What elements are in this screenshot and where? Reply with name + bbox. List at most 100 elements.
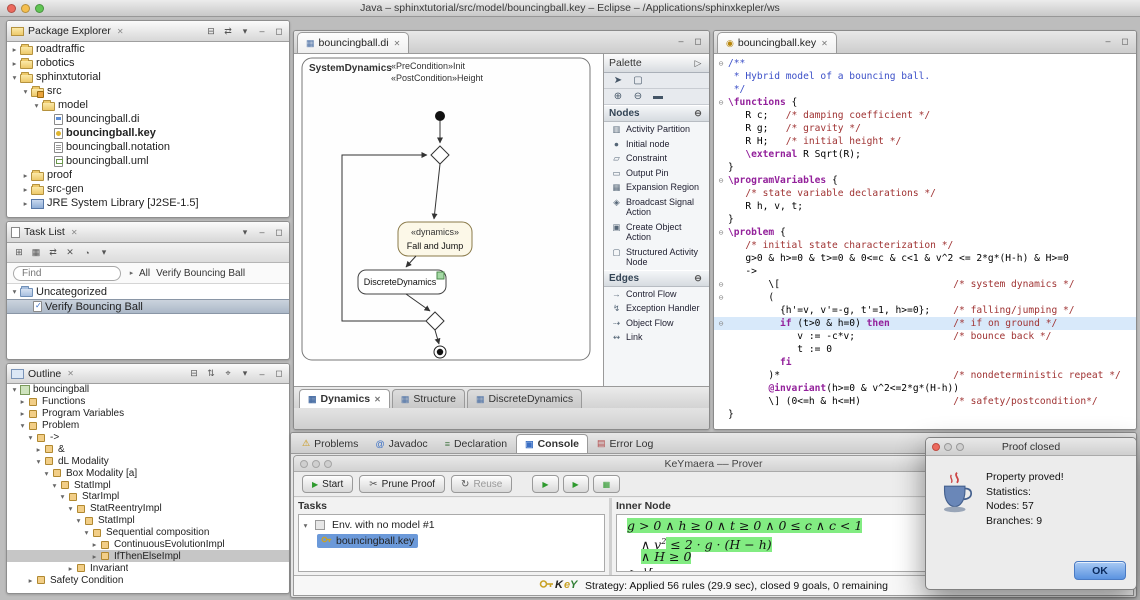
run-goal-button[interactable]: ▶	[532, 475, 558, 493]
start-button[interactable]: ▶Start	[302, 475, 353, 493]
minimize-window-icon[interactable]	[21, 4, 30, 13]
close-window-icon[interactable]	[932, 443, 940, 451]
fold-icon[interactable]: ⊖	[714, 226, 728, 239]
tab-javadoc[interactable]: @Javadoc	[367, 434, 435, 453]
task-file-item[interactable]: bouncingball.key	[301, 533, 602, 549]
frame-label[interactable]: SystemDynamics	[309, 63, 392, 74]
scope-task[interactable]: Verify Bouncing Ball	[156, 268, 245, 279]
expander-icon[interactable]: ▸	[10, 45, 19, 54]
code-line-17[interactable]: ->	[714, 265, 1136, 278]
expander-icon[interactable]: ▸	[21, 199, 30, 208]
close-icon[interactable]: ✕	[374, 395, 381, 404]
prune-proof-button[interactable]: ✂Prune Proof	[359, 475, 445, 493]
expander-icon[interactable]: ▾	[42, 469, 51, 478]
code-line-14[interactable]: ⊖\problem {	[714, 226, 1136, 239]
view-menu-icon[interactable]: ▾	[98, 247, 110, 258]
code-line-8[interactable]: \external R Sqrt(R);	[714, 148, 1136, 161]
code-line-18[interactable]: ⊖ \[ /* system dynamics */	[714, 278, 1136, 291]
expander-icon[interactable]: ▾	[18, 421, 27, 430]
outline-item-continuousevolutionimpl[interactable]: ▸ContinuousEvolutionImpl	[7, 539, 289, 551]
code-line-3[interactable]: */	[714, 83, 1136, 96]
editor-tab-bouncingball-key[interactable]: ◉ bouncingball.key ✕	[717, 32, 837, 53]
find-input[interactable]	[13, 266, 121, 281]
section-toggle-icon[interactable]: ⊖	[692, 108, 704, 119]
link-with-editor-icon[interactable]: ⇄	[222, 26, 234, 37]
expander-icon[interactable]: ▸	[10, 59, 19, 68]
outline-item-statimpl[interactable]: ▾StatImpl	[7, 515, 289, 527]
maximize-icon[interactable]: ◻	[273, 26, 285, 37]
code-line-7[interactable]: R H; /* initial height */	[714, 135, 1136, 148]
palette-header[interactable]: Palette ▷	[604, 54, 709, 73]
code-line-10[interactable]: ⊖\programVariables {	[714, 174, 1136, 187]
diagram-tab-discretedynamics[interactable]: ▦DiscreteDynamics	[467, 389, 582, 408]
code-line-1[interactable]: ⊖/**	[714, 57, 1136, 70]
outline-item-program-variables[interactable]: ▸Program Variables	[7, 408, 289, 420]
expander-icon[interactable]: ▾	[66, 504, 75, 513]
expander-icon[interactable]: ▾	[21, 87, 30, 96]
initial-node[interactable]	[435, 111, 445, 121]
counter-example-button[interactable]: ▦	[593, 475, 621, 493]
code-line-24[interactable]: fi	[714, 356, 1136, 369]
code-line-25[interactable]: )* /* nondeterministic repeat */	[714, 369, 1136, 382]
tab-problems[interactable]: ⚠Problems	[294, 434, 366, 453]
code-line-19[interactable]: ⊖ (	[714, 291, 1136, 304]
fold-icon[interactable]: ⊖	[714, 278, 728, 291]
expander-icon[interactable]: ▸	[90, 552, 99, 561]
code-line-28[interactable]: }	[714, 408, 1136, 421]
outline-item-item[interactable]: ▾->	[7, 432, 289, 444]
code-line-9[interactable]: }	[714, 161, 1136, 174]
expander-icon[interactable]: ▾	[10, 73, 19, 82]
palette-edge-control-flow[interactable]: →Control Flow	[604, 287, 709, 302]
expander-icon[interactable]: ▾	[301, 521, 310, 530]
sort-icon[interactable]: ⇅	[205, 368, 217, 379]
subactivity-icon[interactable]	[437, 272, 444, 279]
expander-icon[interactable]: ▸	[34, 445, 43, 454]
palette-node-output-pin[interactable]: ▭Output Pin	[604, 166, 709, 181]
focus-icon[interactable]: ⌖	[222, 368, 234, 379]
diagram-tab-structure[interactable]: ▦Structure	[392, 389, 465, 408]
palette-edge-object-flow[interactable]: ⇢Object Flow	[604, 316, 709, 331]
code-line-13[interactable]: }	[714, 213, 1136, 226]
palette-node-broadcast-signal-action[interactable]: ◈Broadcast Signal Action	[604, 195, 709, 220]
close-window-icon[interactable]	[300, 460, 308, 468]
palette-collapse-icon[interactable]: ▷	[692, 58, 704, 69]
maximize-icon[interactable]: ◻	[273, 227, 285, 238]
palette-node-create-object-action[interactable]: ▣Create Object Action	[604, 220, 709, 245]
collapse-all-icon[interactable]: ⊟	[205, 26, 217, 37]
fold-icon[interactable]: ⊖	[714, 291, 728, 304]
fold-icon[interactable]: ⊖	[714, 317, 728, 330]
palette-section-nodes[interactable]: Nodes ⊖	[604, 105, 709, 122]
code-line-12[interactable]: R h, v, t;	[714, 200, 1136, 213]
code-line-27[interactable]: \] (0<=h & h<=H) /* safety/postcondition…	[714, 395, 1136, 408]
outline-item-statimpl[interactable]: ▾StatImpl	[7, 479, 289, 491]
outline-item-invariant[interactable]: ▸Invariant	[7, 562, 289, 574]
code-line-26[interactable]: @invariant(h>=0 & v^2<=2*g*(H-h))	[714, 382, 1136, 395]
delete-icon[interactable]: ✕	[64, 247, 76, 258]
outline-item-ifthenelseimpl[interactable]: ▸IfThenElseImpl	[7, 550, 289, 562]
collapse-all-icon[interactable]: ⊟	[188, 368, 200, 379]
diagram-tab-dynamics[interactable]: ▦Dynamics✕	[299, 389, 390, 408]
explorer-item-src-gen[interactable]: ▸src-gen	[7, 182, 289, 196]
explorer-item-proof[interactable]: ▸proof	[7, 168, 289, 182]
explorer-item-src[interactable]: ▾src	[7, 84, 289, 98]
code-line-16[interactable]: g>0 & h>=0 & t>=0 & 0<=c & c<1 & v^2 <= …	[714, 252, 1136, 265]
code-line-5[interactable]: R c; /* damping coefficient */	[714, 109, 1136, 122]
explorer-item-jre-system-library-j2se-1-5[interactable]: ▸JRE System Library [J2SE-1.5]	[7, 196, 289, 210]
close-icon[interactable]: ✕	[71, 228, 78, 237]
view-menu-icon[interactable]: ▾	[239, 227, 251, 238]
tab-error-log[interactable]: ▤Error Log	[589, 434, 661, 453]
expander-icon[interactable]: ▸	[18, 397, 27, 406]
minimize-icon[interactable]: –	[1102, 36, 1114, 47]
code-line-21[interactable]: ⊖ if (t>0 & h=0) then /* if on ground */	[714, 317, 1136, 330]
expander-icon[interactable]: ▾	[74, 516, 83, 525]
expander-icon[interactable]: ▸	[26, 576, 35, 585]
minimize-icon[interactable]: –	[256, 26, 268, 36]
expander-icon[interactable]: ▾	[10, 385, 19, 394]
palette-node-constraint[interactable]: ▱Constraint	[604, 151, 709, 166]
schedule-icon[interactable]: ◔	[81, 248, 93, 258]
scope-all[interactable]: ▸All	[127, 268, 150, 279]
close-icon[interactable]: ✕	[117, 27, 124, 36]
minimize-icon[interactable]: –	[256, 369, 268, 379]
code-line-23[interactable]: t := 0	[714, 343, 1136, 356]
explorer-item-bouncingball-notation[interactable]: bouncingball.notation	[7, 140, 289, 154]
